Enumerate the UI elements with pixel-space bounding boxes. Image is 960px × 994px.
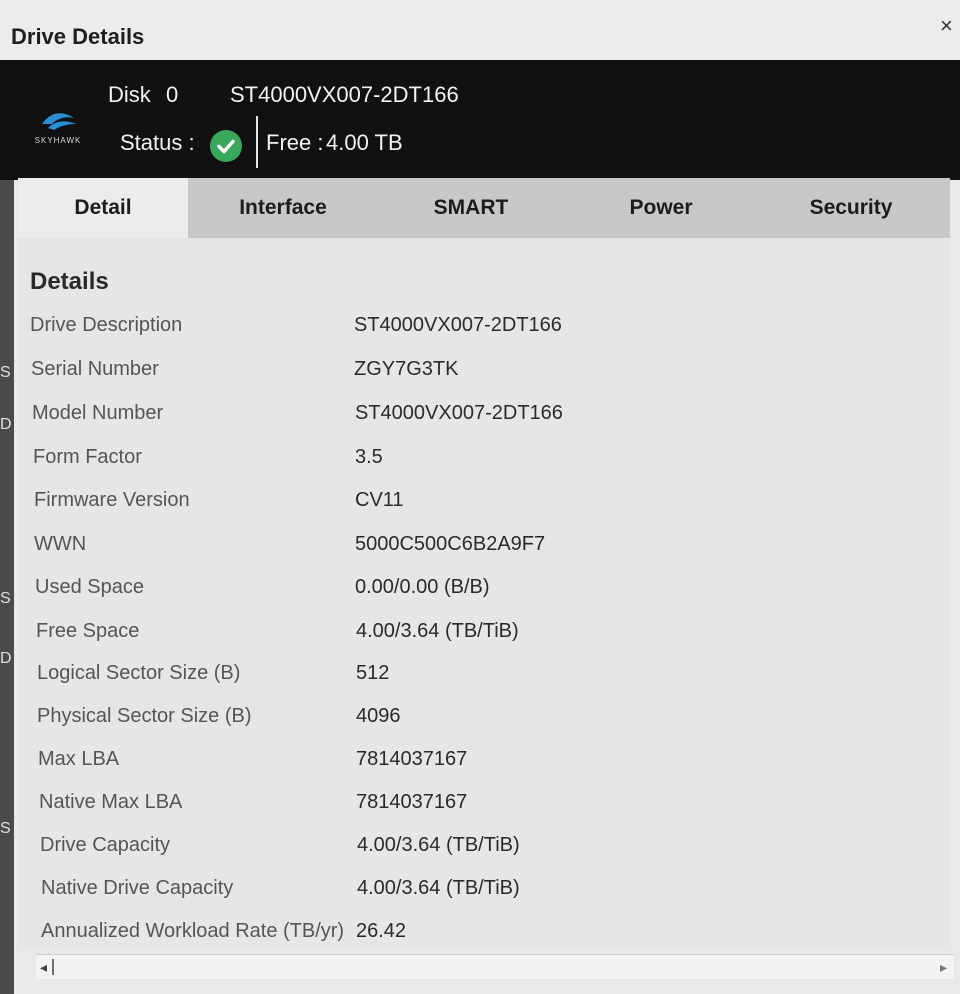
skyhawk-bird-icon [42,113,76,130]
row-label-free-space: Free Space [36,620,140,642]
window-title: Drive Details [11,24,145,49]
section-title: Details [30,268,109,295]
row-label-annualized-workload-rate: Annualized Workload Rate (TB/yr) [41,920,345,942]
row-label-serial-number: Serial Number [31,358,159,380]
row-value-logical-sector-size: 512 [356,662,390,684]
row-label-logical-sector-size: Logical Sector Size (B) [37,662,241,684]
edge-glyph: S [0,590,11,607]
scroll-left-arrow-icon[interactable]: ◂ [40,959,50,975]
edge-glyph: S [0,820,11,837]
tab-bar: Detail Interface SMART Power Security [18,178,950,238]
row-value-model-number: ST4000VX007-2DT166 [355,402,563,424]
row-label-used-space: Used Space [35,576,144,598]
row-value-form-factor: 3.5 [355,446,383,468]
row-label-form-factor: Form Factor [33,446,142,468]
row-label-max-lba: Max LBA [38,748,120,770]
row-value-serial-number: ZGY7G3TK [354,358,459,380]
tab-smart[interactable]: SMART [396,178,546,238]
check-circle-icon [210,130,242,162]
free-label: Free : [266,130,324,155]
skyhawk-logo: SKYHAWK [26,104,90,152]
row-value-used-space: 0.00/0.00 (B/B) [355,576,490,598]
status-label: Status : [120,130,195,155]
row-value-max-lba: 7814037167 [356,748,468,770]
header-divider [256,116,258,168]
row-value-firmware-version: CV11 [355,489,404,511]
logo-text: SKYHAWK [34,136,82,145]
disk-label: Disk [108,82,151,107]
free-value: 4.00 TB [326,130,403,155]
row-value-native-max-lba: 7814037167 [356,791,468,813]
edge-glyph: D [0,650,12,667]
row-label-model-number: Model Number [32,402,164,424]
tab-security[interactable]: Security [776,178,926,238]
window-titlebar: Drive Details × [0,0,960,63]
drive-header: SKYHAWK Disk 0 ST4000VX007-2DT166 Status… [0,60,960,180]
row-value-native-drive-capacity: 4.00/3.64 (TB/TiB) [357,877,520,899]
row-value-physical-sector-size: 4096 [356,705,401,727]
horizontal-scrollbar[interactable]: ◂ ▸ [36,954,954,979]
disk-number: 0 [166,82,179,107]
row-value-annualized-workload-rate: 26.42 [356,920,407,942]
tab-interface[interactable]: Interface [208,178,358,238]
tab-detail[interactable]: Detail [18,178,188,238]
edge-glyph: D [0,416,12,433]
background-window-edge: S D S D S [0,180,14,994]
drive-model: ST4000VX007-2DT166 [230,82,459,107]
row-label-wwn: WWN [34,533,87,555]
row-label-physical-sector-size: Physical Sector Size (B) [37,705,252,727]
row-value-drive-description: ST4000VX007-2DT166 [354,314,562,336]
scroll-right-arrow-icon[interactable]: ▸ [940,959,950,975]
row-value-wwn: 5000C500C6B2A9F7 [355,533,546,555]
row-label-firmware-version: Firmware Version [34,489,190,511]
row-label-drive-description: Drive Description [30,314,183,336]
scroll-thumb[interactable] [52,959,54,975]
edge-glyph: S [0,364,11,381]
tab-power[interactable]: Power [586,178,736,238]
row-label-drive-capacity: Drive Capacity [40,834,171,856]
row-value-drive-capacity: 4.00/3.64 (TB/TiB) [357,834,520,856]
row-value-free-space: 4.00/3.64 (TB/TiB) [356,620,519,642]
row-label-native-max-lba: Native Max LBA [39,791,183,813]
row-label-native-drive-capacity: Native Drive Capacity [41,877,234,899]
close-button[interactable]: × [940,14,960,38]
details-panel: Details Drive Description ST4000VX007-2D… [18,238,950,950]
